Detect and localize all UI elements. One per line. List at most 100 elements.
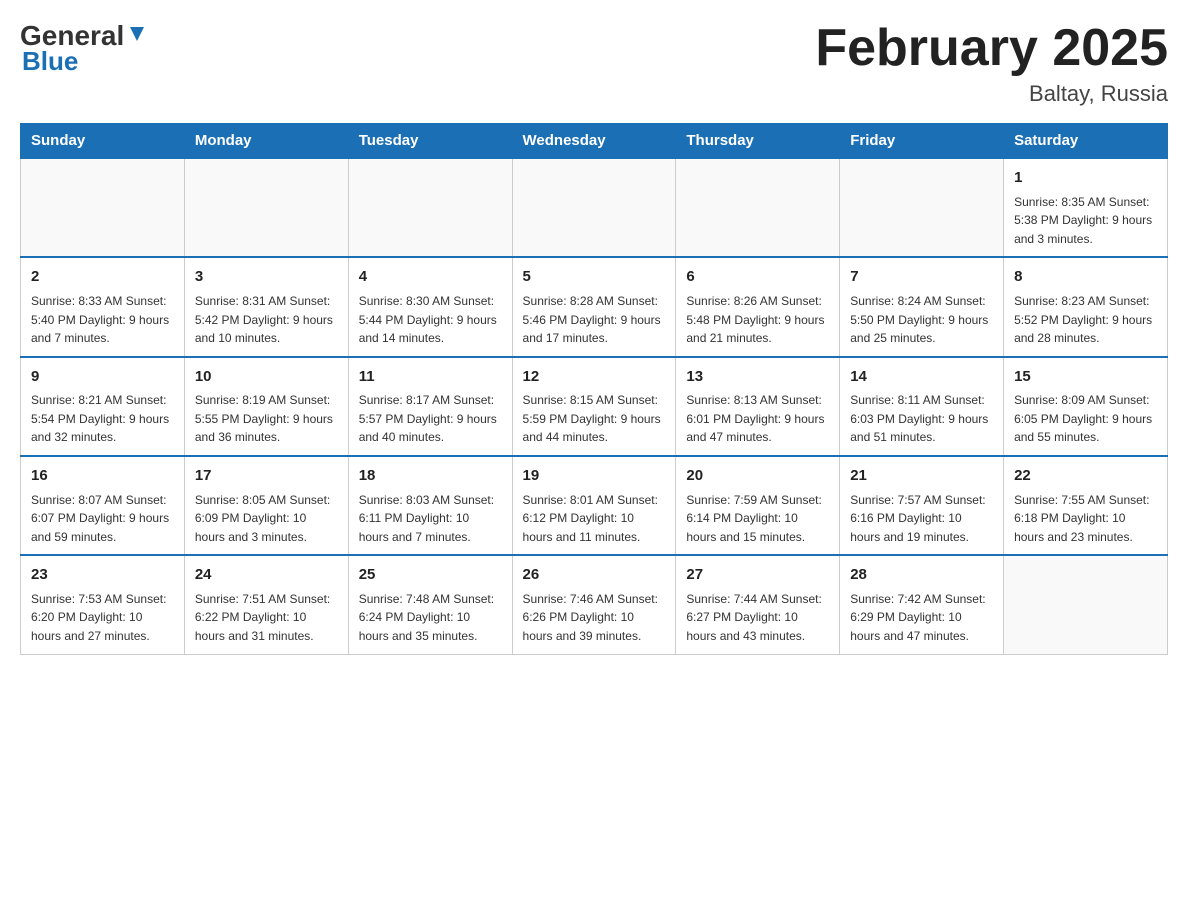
page-header: General Blue February 2025 Baltay, Russi… [20, 20, 1168, 107]
calendar-cell: 4 Sunrise: 8:30 AM Sunset: 5:44 PM Daylig… [348, 257, 512, 356]
day-number: 25 [359, 564, 502, 587]
day-info: Sunrise: 8:17 AM Sunset: 5:57 PM Dayligh… [359, 391, 502, 447]
calendar-cell: 18 Sunrise: 8:03 AM Sunset: 6:11 PM Dayli… [348, 456, 512, 555]
day-info: Sunrise: 8:23 AM Sunset: 5:52 PM Dayligh… [1014, 292, 1157, 348]
calendar-table: Sunday Monday Tuesday Wednesday Thursday… [20, 123, 1168, 654]
day-info: Sunrise: 8:05 AM Sunset: 6:09 PM Dayligh… [195, 491, 338, 547]
page-subtitle: Baltay, Russia [815, 81, 1168, 107]
day-info: Sunrise: 8:19 AM Sunset: 5:55 PM Dayligh… [195, 391, 338, 447]
calendar-cell: 9Sunrise: 8:21 AM Sunset: 5:54 PM Daylig… [21, 357, 185, 456]
day-number: 4 [359, 266, 502, 289]
day-number: 23 [31, 564, 174, 587]
day-info: Sunrise: 7:59 AM Sunset: 6:14 PM Dayligh… [686, 491, 829, 547]
day-info: Sunrise: 7:44 AM Sunset: 6:27 PM Dayligh… [686, 590, 829, 646]
calendar-cell: 20 Sunrise: 7:59 AM Sunset: 6:14 PM Dayli… [676, 456, 840, 555]
calendar-cell: 27 Sunrise: 7:44 AM Sunset: 6:27 PM Dayli… [676, 555, 840, 654]
calendar-cell [676, 158, 840, 257]
day-info: Sunrise: 8:01 AM Sunset: 6:12 PM Dayligh… [523, 491, 666, 547]
calendar-cell: 15Sunrise: 8:09 AM Sunset: 6:05 PM Dayli… [1004, 357, 1168, 456]
day-number: 16 [31, 465, 174, 488]
calendar-cell: 6Sunrise: 8:26 AM Sunset: 5:48 PM Daylig… [676, 257, 840, 356]
calendar-cell [21, 158, 185, 257]
day-number: 1 [1014, 167, 1157, 190]
day-info: Sunrise: 7:55 AM Sunset: 6:18 PM Dayligh… [1014, 491, 1157, 547]
day-info: Sunrise: 8:24 AM Sunset: 5:50 PM Dayligh… [850, 292, 993, 348]
day-number: 18 [359, 465, 502, 488]
calendar-cell: 14Sunrise: 8:11 AM Sunset: 6:03 PM Dayli… [840, 357, 1004, 456]
day-number: 22 [1014, 465, 1157, 488]
day-number: 2 [31, 266, 174, 289]
col-saturday: Saturday [1004, 124, 1168, 159]
calendar-cell: 21 Sunrise: 7:57 AM Sunset: 6:16 PM Dayli… [840, 456, 1004, 555]
day-info: Sunrise: 7:46 AM Sunset: 6:26 PM Dayligh… [523, 590, 666, 646]
col-tuesday: Tuesday [348, 124, 512, 159]
calendar-cell: 22 Sunrise: 7:55 AM Sunset: 6:18 PM Dayli… [1004, 456, 1168, 555]
day-number: 10 [195, 366, 338, 389]
calendar-cell: 12Sunrise: 8:15 AM Sunset: 5:59 PM Dayli… [512, 357, 676, 456]
day-number: 28 [850, 564, 993, 587]
calendar-cell: 5 Sunrise: 8:28 AM Sunset: 5:46 PM Daylig… [512, 257, 676, 356]
day-number: 9 [31, 366, 174, 389]
calendar-week-row: 9Sunrise: 8:21 AM Sunset: 5:54 PM Daylig… [21, 357, 1168, 456]
calendar-cell: 19 Sunrise: 8:01 AM Sunset: 6:12 PM Dayli… [512, 456, 676, 555]
calendar-cell: 17Sunrise: 8:05 AM Sunset: 6:09 PM Dayli… [184, 456, 348, 555]
day-info: Sunrise: 8:11 AM Sunset: 6:03 PM Dayligh… [850, 391, 993, 447]
calendar-cell [184, 158, 348, 257]
calendar-cell: 1 Sunrise: 8:35 AM Sunset: 5:38 PM Daylig… [1004, 158, 1168, 257]
calendar-cell [1004, 555, 1168, 654]
day-number: 14 [850, 366, 993, 389]
calendar-week-row: 1 Sunrise: 8:35 AM Sunset: 5:38 PM Daylig… [21, 158, 1168, 257]
day-info: Sunrise: 8:33 AM Sunset: 5:40 PM Dayligh… [31, 292, 174, 348]
day-number: 26 [523, 564, 666, 587]
calendar-cell: 10Sunrise: 8:19 AM Sunset: 5:55 PM Dayli… [184, 357, 348, 456]
day-info: Sunrise: 8:15 AM Sunset: 5:59 PM Dayligh… [523, 391, 666, 447]
day-number: 27 [686, 564, 829, 587]
day-info: Sunrise: 8:07 AM Sunset: 6:07 PM Dayligh… [31, 491, 174, 547]
day-number: 5 [523, 266, 666, 289]
col-monday: Monday [184, 124, 348, 159]
calendar-header-row: Sunday Monday Tuesday Wednesday Thursday… [21, 124, 1168, 159]
day-info: Sunrise: 7:57 AM Sunset: 6:16 PM Dayligh… [850, 491, 993, 547]
calendar-cell: 3Sunrise: 8:31 AM Sunset: 5:42 PM Daylig… [184, 257, 348, 356]
day-info: Sunrise: 8:28 AM Sunset: 5:46 PM Dayligh… [523, 292, 666, 348]
day-number: 13 [686, 366, 829, 389]
day-info: Sunrise: 7:42 AM Sunset: 6:29 PM Dayligh… [850, 590, 993, 646]
day-info: Sunrise: 8:21 AM Sunset: 5:54 PM Dayligh… [31, 391, 174, 447]
calendar-cell [840, 158, 1004, 257]
calendar-cell: 28 Sunrise: 7:42 AM Sunset: 6:29 PM Dayli… [840, 555, 1004, 654]
calendar-cell: 8 Sunrise: 8:23 AM Sunset: 5:52 PM Daylig… [1004, 257, 1168, 356]
calendar-cell: 16 Sunrise: 8:07 AM Sunset: 6:07 PM Dayli… [21, 456, 185, 555]
calendar-cell: 2 Sunrise: 8:33 AM Sunset: 5:40 PM Daylig… [21, 257, 185, 356]
day-info: Sunrise: 8:13 AM Sunset: 6:01 PM Dayligh… [686, 391, 829, 447]
day-info: Sunrise: 8:35 AM Sunset: 5:38 PM Dayligh… [1014, 193, 1157, 249]
day-number: 24 [195, 564, 338, 587]
calendar-cell: 13Sunrise: 8:13 AM Sunset: 6:01 PM Dayli… [676, 357, 840, 456]
day-number: 3 [195, 266, 338, 289]
calendar-week-row: 16 Sunrise: 8:07 AM Sunset: 6:07 PM Dayli… [21, 456, 1168, 555]
calendar-cell: 24Sunrise: 7:51 AM Sunset: 6:22 PM Dayli… [184, 555, 348, 654]
logo-blue: Blue [22, 46, 78, 77]
day-info: Sunrise: 8:30 AM Sunset: 5:44 PM Dayligh… [359, 292, 502, 348]
col-sunday: Sunday [21, 124, 185, 159]
day-number: 7 [850, 266, 993, 289]
day-info: Sunrise: 8:09 AM Sunset: 6:05 PM Dayligh… [1014, 391, 1157, 447]
day-number: 8 [1014, 266, 1157, 289]
page-title: February 2025 [815, 20, 1168, 77]
logo: General Blue [20, 20, 148, 77]
calendar-cell: 11Sunrise: 8:17 AM Sunset: 5:57 PM Dayli… [348, 357, 512, 456]
day-number: 20 [686, 465, 829, 488]
calendar-week-row: 23 Sunrise: 7:53 AM Sunset: 6:20 PM Dayli… [21, 555, 1168, 654]
calendar-cell: 7 Sunrise: 8:24 AM Sunset: 5:50 PM Daylig… [840, 257, 1004, 356]
day-info: Sunrise: 7:53 AM Sunset: 6:20 PM Dayligh… [31, 590, 174, 646]
day-number: 21 [850, 465, 993, 488]
col-friday: Friday [840, 124, 1004, 159]
calendar-cell [348, 158, 512, 257]
calendar-cell: 23 Sunrise: 7:53 AM Sunset: 6:20 PM Dayli… [21, 555, 185, 654]
day-number: 6 [686, 266, 829, 289]
day-info: Sunrise: 8:03 AM Sunset: 6:11 PM Dayligh… [359, 491, 502, 547]
day-info: Sunrise: 7:48 AM Sunset: 6:24 PM Dayligh… [359, 590, 502, 646]
col-wednesday: Wednesday [512, 124, 676, 159]
day-number: 19 [523, 465, 666, 488]
calendar-cell: 25 Sunrise: 7:48 AM Sunset: 6:24 PM Dayli… [348, 555, 512, 654]
calendar-cell: 26 Sunrise: 7:46 AM Sunset: 6:26 PM Dayli… [512, 555, 676, 654]
